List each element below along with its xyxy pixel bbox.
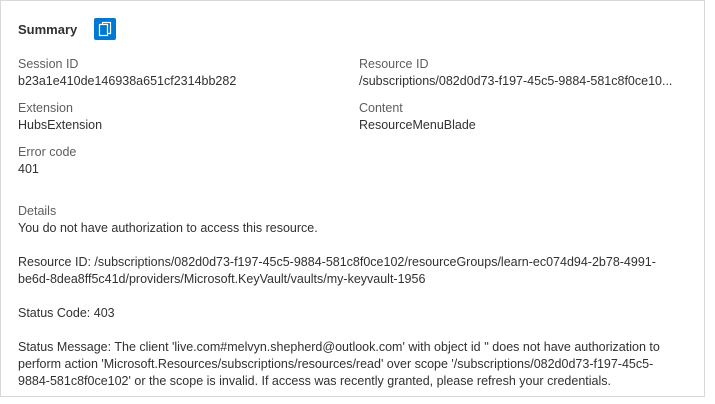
details-resource-id-line2: be6d-8dea8ff5c41d/providers/Microsoft.Ke… [18, 272, 426, 286]
details-status-message-line1: Status Message: The client 'live.com#mel… [18, 340, 660, 354]
error-code-label: Error code [18, 145, 77, 159]
content-field: Content ResourceMenuBlade [359, 100, 689, 134]
session-id-field: Session ID b23a1e410de146938a651cf2314bb… [18, 56, 236, 90]
resource-id-field: Resource ID /subscriptions/082d0d73-f197… [359, 56, 689, 90]
details-status-code: Status Code: 403 [18, 306, 115, 320]
error-code-field: Error code 401 [18, 144, 76, 178]
resource-id-value: /subscriptions/082d0d73-f197-45c5-9884-5… [359, 74, 673, 88]
details-status-message-line2: perform action 'Microsoft.Resources/subs… [18, 357, 654, 371]
extension-field: Extension HubsExtension [18, 100, 102, 134]
extension-value: HubsExtension [18, 118, 103, 132]
summary-header: Summary [18, 15, 117, 43]
details-section: Details You do not have authorization to… [18, 203, 693, 390]
content-label: Content [359, 101, 403, 115]
details-status-message-line3: 9884-581c8f0ce102' or the scope is inval… [18, 374, 611, 388]
summary-title: Summary [18, 21, 78, 37]
copy-icon [99, 21, 112, 37]
session-id-value: b23a1e410de146938a651cf2314bb282 [18, 74, 237, 88]
content-value: ResourceMenuBlade [359, 118, 476, 132]
error-summary-panel: Summary Session ID b23a1e410de146938a651… [0, 0, 705, 397]
copy-button[interactable] [94, 18, 117, 40]
details-message: You do not have authorization to access … [18, 221, 318, 235]
details-label: Details [18, 204, 57, 218]
resource-id-label: Resource ID [359, 57, 429, 71]
error-code-value: 401 [18, 162, 39, 176]
extension-label: Extension [18, 101, 73, 115]
session-id-label: Session ID [18, 57, 79, 71]
details-resource-id-line1: Resource ID: /subscriptions/082d0d73-f19… [18, 255, 656, 269]
